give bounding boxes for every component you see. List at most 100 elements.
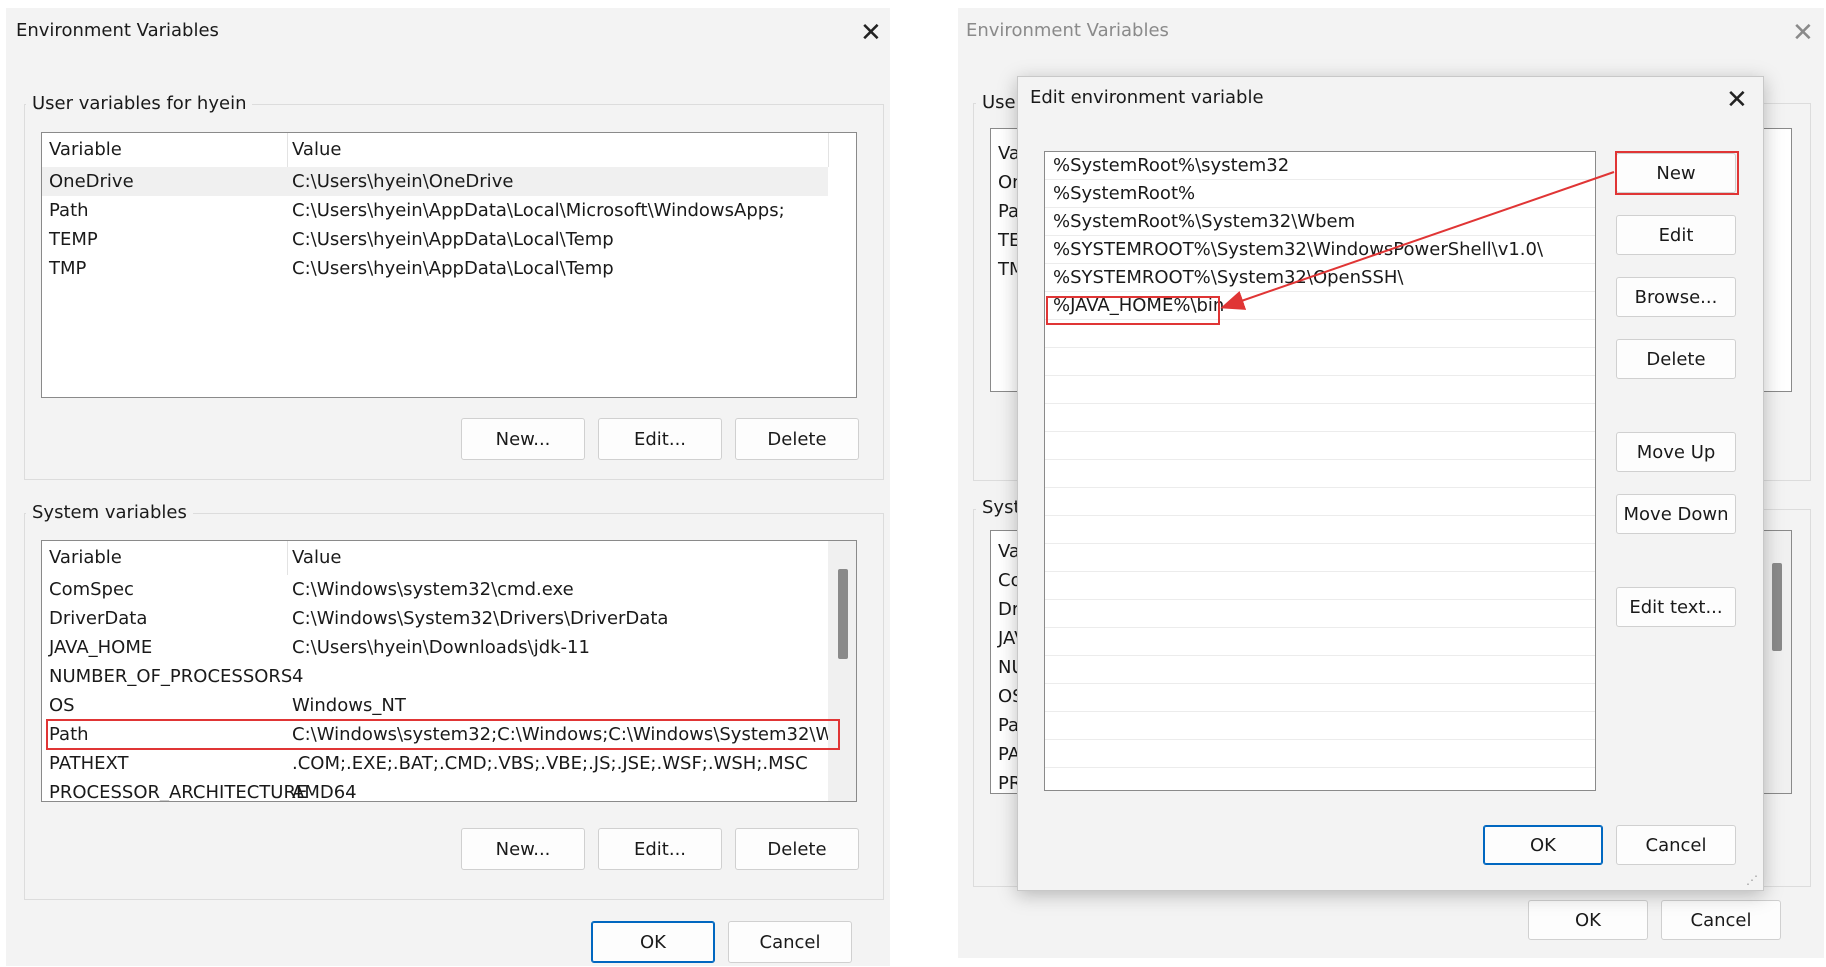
variable-name: TEMP: [49, 229, 98, 250]
variable-value: C:\Users\hyein\AppData\Local\Microsoft\W…: [292, 200, 785, 221]
new-entry-button[interactable]: New: [1616, 153, 1736, 193]
cancel-button[interactable]: Cancel: [1616, 825, 1736, 865]
scrollbar-thumb[interactable]: [1772, 563, 1782, 651]
variable-name: DriverData: [49, 608, 148, 629]
edit-text-button[interactable]: Edit text...: [1616, 587, 1736, 627]
empty-list-item[interactable]: [1045, 404, 1595, 432]
move-up-button[interactable]: Move Up: [1616, 432, 1736, 472]
variable-name: Path: [49, 200, 89, 221]
empty-list-item[interactable]: [1045, 488, 1595, 516]
table-row[interactable]: OS Windows_NT: [42, 691, 828, 720]
empty-list-item[interactable]: [1045, 320, 1595, 348]
variable-value: C:\Users\hyein\Downloads\jdk-11: [292, 637, 590, 658]
empty-list-item[interactable]: [1045, 432, 1595, 460]
list-item[interactable]: %JAVA_HOME%\bin: [1045, 292, 1595, 320]
ok-button[interactable]: OK: [1528, 900, 1648, 940]
column-header-variable[interactable]: Variable: [49, 541, 122, 575]
variable-value: AMD64: [292, 782, 357, 802]
empty-list-item[interactable]: [1045, 460, 1595, 488]
close-icon[interactable]: ✕: [860, 20, 882, 46]
variable-value: C:\Users\hyein\AppData\Local\Temp: [292, 229, 614, 250]
user-new-button[interactable]: New...: [461, 418, 585, 460]
variable-value: .COM;.EXE;.BAT;.CMD;.VBS;.VBE;.JS;.JSE;.…: [292, 753, 808, 774]
variable-value: C:\Users\hyein\AppData\Local\Temp: [292, 258, 614, 279]
variable-name: PROCESSOR_ARCHITECTURE: [49, 782, 308, 802]
scrollbar-thumb[interactable]: [838, 569, 848, 659]
column-header-variable[interactable]: Variable: [49, 133, 122, 167]
empty-list-item[interactable]: [1045, 740, 1595, 768]
column-divider[interactable]: [287, 541, 288, 575]
table-row[interactable]: PATHEXT .COM;.EXE;.BAT;.CMD;.VBS;.VBE;.J…: [42, 749, 828, 778]
variable-name: OneDrive: [49, 171, 134, 192]
system-new-button[interactable]: New...: [461, 828, 585, 870]
empty-list-item[interactable]: [1045, 544, 1595, 572]
variable-value: C:\Windows\System32\Drivers\DriverData: [292, 608, 669, 629]
column-divider[interactable]: [287, 133, 288, 167]
table-row[interactable]: Path C:\Windows\system32;C:\Windows;C:\W…: [42, 720, 856, 749]
move-down-button[interactable]: Move Down: [1616, 494, 1736, 534]
user-delete-button[interactable]: Delete: [735, 418, 859, 460]
column-header-value[interactable]: Value: [292, 133, 341, 167]
user-variables-list[interactable]: Variable Value OneDrive C:\Users\hyein\O…: [41, 132, 857, 398]
user-edit-button[interactable]: Edit...: [598, 418, 722, 460]
user-variables-label: User variables for hyein: [26, 93, 253, 114]
dialog-title: Edit environment variable: [1030, 87, 1264, 108]
variable-value: C:\Users\hyein\OneDrive: [292, 171, 514, 192]
table-row[interactable]: PROCESSOR_ARCHITECTURE AMD64: [42, 778, 828, 802]
variable-name: PATHEXT: [49, 753, 129, 774]
list-item[interactable]: %SYSTEMROOT%\System32\WindowsPowerShell\…: [1045, 236, 1595, 264]
table-row[interactable]: TMP C:\Users\hyein\AppData\Local\Temp: [42, 254, 828, 283]
empty-list-item[interactable]: [1045, 628, 1595, 656]
system-edit-button[interactable]: Edit...: [598, 828, 722, 870]
table-row[interactable]: ComSpec C:\Windows\system32\cmd.exe: [42, 575, 828, 604]
edit-entry-button[interactable]: Edit: [1616, 215, 1736, 255]
variable-value: C:\Windows\system32\cmd.exe: [292, 579, 574, 600]
close-icon[interactable]: ✕: [1726, 87, 1748, 113]
empty-list-item[interactable]: [1045, 516, 1595, 544]
empty-list-item[interactable]: [1045, 348, 1595, 376]
system-variables-list[interactable]: Variable Value ComSpec C:\Windows\system…: [41, 540, 857, 802]
cancel-button[interactable]: Cancel: [728, 921, 852, 963]
empty-list-item[interactable]: [1045, 684, 1595, 712]
list-item[interactable]: %SystemRoot%: [1045, 180, 1595, 208]
empty-list-item[interactable]: [1045, 656, 1595, 684]
list-item[interactable]: %SystemRoot%\system32: [1045, 152, 1595, 180]
vertical-scrollbar[interactable]: [828, 541, 856, 801]
empty-list-item[interactable]: [1045, 768, 1595, 790]
column-divider[interactable]: [828, 133, 829, 167]
empty-list-item[interactable]: [1045, 600, 1595, 628]
empty-list-item[interactable]: [1045, 712, 1595, 740]
table-row[interactable]: OneDrive C:\Users\hyein\OneDrive: [42, 167, 828, 196]
empty-list-item[interactable]: [1045, 572, 1595, 600]
close-icon[interactable]: ✕: [1792, 20, 1814, 46]
env-vars-dialog: Environment Variables ✕ User variables f…: [6, 8, 890, 966]
variable-value: Windows_NT: [292, 695, 406, 716]
resize-grip-icon[interactable]: ⋰: [1746, 873, 1758, 887]
ok-button[interactable]: OK: [591, 921, 715, 963]
empty-list-item[interactable]: [1045, 376, 1595, 404]
path-entries-list[interactable]: %SystemRoot%\system32 %SystemRoot% %Syst…: [1044, 151, 1596, 791]
dialog-title: Environment Variables: [966, 20, 1169, 41]
list-item[interactable]: %SystemRoot%\System32\Wbem: [1045, 208, 1595, 236]
table-row[interactable]: DriverData C:\Windows\System32\Drivers\D…: [42, 604, 828, 633]
variable-value: 4: [292, 666, 304, 687]
table-row[interactable]: JAVA_HOME C:\Users\hyein\Downloads\jdk-1…: [42, 633, 828, 662]
table-row[interactable]: NUMBER_OF_PROCESSORS 4: [42, 662, 828, 691]
browse-button[interactable]: Browse...: [1616, 277, 1736, 317]
variable-name: OS: [49, 695, 75, 716]
variable-value: C:\Windows\system32;C:\Windows;C:\Window…: [292, 724, 857, 745]
vertical-scrollbar[interactable]: [1763, 531, 1791, 793]
cancel-button[interactable]: Cancel: [1661, 900, 1781, 940]
table-row[interactable]: TEMP C:\Users\hyein\AppData\Local\Temp: [42, 225, 828, 254]
variable-name: ComSpec: [49, 579, 134, 600]
edit-env-var-dialog: Edit environment variable ✕ %SystemRoot%…: [1017, 76, 1764, 891]
ok-button[interactable]: OK: [1483, 825, 1603, 865]
delete-entry-button[interactable]: Delete: [1616, 339, 1736, 379]
variable-name: NUMBER_OF_PROCESSORS: [49, 666, 293, 687]
dialog-title: Environment Variables: [16, 20, 219, 41]
column-header-value[interactable]: Value: [292, 541, 341, 575]
system-delete-button[interactable]: Delete: [735, 828, 859, 870]
table-row[interactable]: Path C:\Users\hyein\AppData\Local\Micros…: [42, 196, 828, 225]
list-item[interactable]: %SYSTEMROOT%\System32\OpenSSH\: [1045, 264, 1595, 292]
variable-name: TMP: [49, 258, 87, 279]
